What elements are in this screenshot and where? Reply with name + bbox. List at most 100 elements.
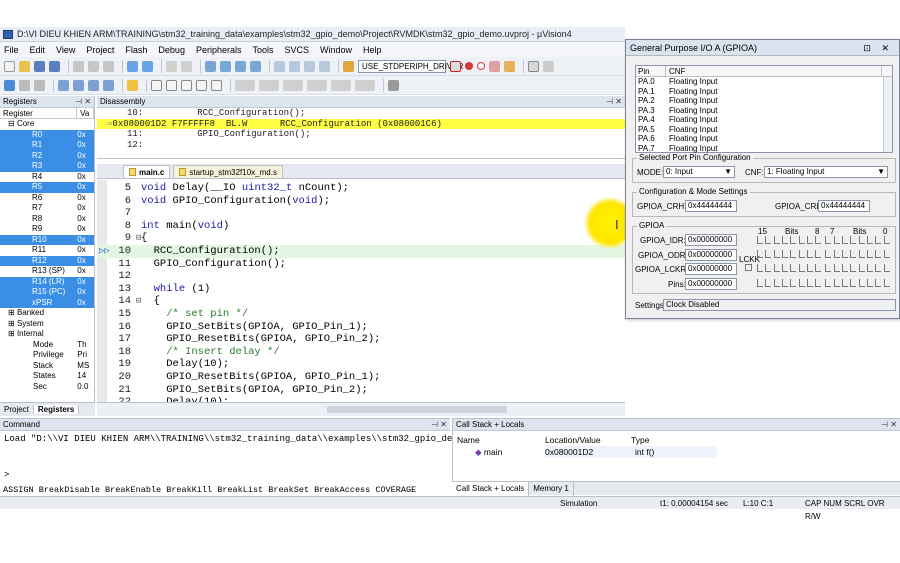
col-pin[interactable]: Pin — [636, 66, 666, 76]
new-file-icon[interactable] — [4, 60, 15, 72]
bit-checkbox[interactable] — [842, 250, 848, 258]
bit-checkbox[interactable] — [850, 264, 857, 272]
register-row[interactable]: R7 0x — [0, 203, 94, 214]
bit-checkbox[interactable] — [798, 264, 805, 272]
configure-icon[interactable] — [543, 60, 554, 72]
bit-checkbox[interactable] — [850, 236, 857, 244]
bit-checkbox[interactable] — [858, 279, 865, 287]
pin-row[interactable]: PA.0 Floating Input — [636, 77, 892, 87]
bit-checkbox[interactable] — [757, 264, 763, 272]
disassembly-line[interactable]: 10: RCC_Configuration(); — [97, 108, 625, 119]
save-icon[interactable] — [34, 60, 45, 72]
bit-checkbox[interactable] — [883, 236, 890, 244]
menu-project[interactable]: Project — [86, 45, 114, 55]
code-line[interactable]: 21 GPIO_SetBits(GPIOA, GPIO_Pin_2); — [97, 384, 625, 397]
bit-checkbox[interactable] — [875, 264, 882, 272]
register-row[interactable]: R2 0x — [0, 150, 94, 161]
bit-checkbox[interactable] — [825, 279, 832, 287]
bit-checkbox[interactable] — [798, 236, 805, 244]
command-prompt[interactable]: > — [4, 470, 9, 480]
cnf-select[interactable]: 1: Floating Input ▼ — [764, 166, 888, 178]
bit-checkbox[interactable] — [773, 264, 780, 272]
register-row[interactable]: Mode Th — [0, 340, 94, 351]
bit-checkbox[interactable] — [806, 250, 813, 258]
bit-checkbox[interactable] — [765, 279, 772, 287]
breakpoint-all-icon[interactable] — [504, 60, 515, 72]
bit-checkbox[interactable] — [815, 264, 822, 272]
bit-checkbox[interactable] — [842, 264, 848, 272]
bit-checkbox[interactable] — [850, 279, 857, 287]
pin-table-scrollbar[interactable] — [883, 77, 892, 152]
bit-checkbox[interactable] — [781, 264, 788, 272]
bit-checkbox[interactable] — [757, 279, 763, 287]
register-row[interactable]: xPSR 0x — [0, 297, 94, 308]
bit-checkbox[interactable] — [858, 236, 865, 244]
bit-checkbox[interactable] — [883, 250, 890, 258]
code-line[interactable]: 14 ⊟ { — [97, 295, 625, 308]
bit-checkbox[interactable] — [757, 236, 763, 244]
col-cnf[interactable]: CNF — [666, 66, 882, 76]
bit-checkbox[interactable] — [866, 236, 873, 244]
register-row[interactable]: R6 0x — [0, 193, 94, 204]
register-row[interactable]: Stack MS — [0, 361, 94, 372]
window-layout-icon[interactable] — [528, 60, 539, 72]
code-line[interactable]: ▷▷ 10 RCC_Configuration(); — [97, 245, 625, 258]
menu-view[interactable]: View — [56, 45, 75, 55]
reset-icon[interactable] — [4, 79, 15, 91]
code-line[interactable]: 20 GPIO_ResetBits(GPIOA, GPIO_Pin_1); — [97, 371, 625, 384]
register-row[interactable]: R9 0x — [0, 224, 94, 235]
register-row[interactable]: R1 0x — [0, 140, 94, 151]
col-value[interactable]: Va — [77, 108, 94, 118]
menu-peripherals[interactable]: Peripherals — [196, 45, 242, 55]
bit-checkbox[interactable] — [883, 279, 890, 287]
col-register[interactable]: Register — [0, 108, 78, 118]
col-type[interactable]: Type — [631, 434, 711, 446]
bit-checkbox[interactable] — [833, 264, 840, 272]
bit-checkbox[interactable] — [833, 279, 840, 287]
analysis-window-icon[interactable] — [307, 79, 327, 91]
editor-horizontal-scrollbar[interactable] — [97, 402, 625, 416]
code-line[interactable]: 19 Delay(10); — [97, 358, 625, 371]
bit-checkbox[interactable] — [875, 250, 882, 258]
menu-help[interactable]: Help — [363, 45, 382, 55]
paste-icon[interactable] — [103, 60, 114, 72]
show-next-statement-icon[interactable] — [127, 79, 138, 91]
tab-startup-s[interactable]: startup_stm32f10x_md.s — [173, 165, 283, 178]
callstack-window-icon[interactable] — [211, 79, 222, 91]
idr-input[interactable]: 0x00000000 — [685, 234, 737, 246]
tab-project[interactable]: Project — [0, 405, 34, 414]
bit-checkbox[interactable] — [815, 279, 822, 287]
run-to-cursor-icon[interactable] — [103, 79, 114, 91]
menu-window[interactable]: Window — [320, 45, 352, 55]
comment-icon[interactable] — [304, 60, 315, 72]
bit-checkbox[interactable] — [773, 279, 780, 287]
target-define-combo[interactable]: USE_STDPERIPH_DRIVER▼ — [358, 59, 474, 73]
find-in-files-icon[interactable] — [343, 60, 354, 72]
bit-checkbox[interactable] — [825, 236, 832, 244]
odr-input[interactable]: 0x00000000 — [685, 249, 737, 261]
disassembly-line[interactable]: 11: GPIO_Configuration(); — [97, 129, 625, 140]
nav-back-icon[interactable] — [166, 60, 177, 72]
expand-toggle-icon[interactable]: ⊞ — [8, 319, 17, 328]
bookmark-clear-icon[interactable] — [250, 60, 261, 72]
bit-checkbox[interactable] — [773, 236, 780, 244]
bit-checkbox[interactable] — [866, 279, 873, 287]
register-row[interactable]: R8 0x — [0, 214, 94, 225]
bit-checkbox[interactable] — [757, 250, 763, 258]
code-line[interactable]: 15 /* set pin */ — [97, 308, 625, 321]
bit-checkbox[interactable] — [798, 279, 805, 287]
bit-checkbox[interactable] — [833, 236, 840, 244]
breakpoint-insert-icon[interactable] — [465, 62, 473, 70]
register-row[interactable]: ⊟ Core — [0, 119, 94, 130]
undo-icon[interactable] — [127, 60, 138, 72]
bit-checkbox[interactable] — [798, 250, 805, 258]
breakpoint-kill-icon[interactable] — [489, 60, 500, 72]
pane-pin-close-icon[interactable]: ⊣ ✕ — [75, 96, 94, 107]
bit-checkbox[interactable] — [866, 250, 873, 258]
bit-checkbox[interactable] — [875, 236, 882, 244]
bit-checkbox[interactable] — [858, 264, 865, 272]
menu-tools[interactable]: Tools — [252, 45, 273, 55]
register-row[interactable]: States 14 — [0, 371, 94, 382]
save-all-icon[interactable] — [49, 60, 60, 72]
bookmark-next-icon[interactable] — [235, 60, 246, 72]
